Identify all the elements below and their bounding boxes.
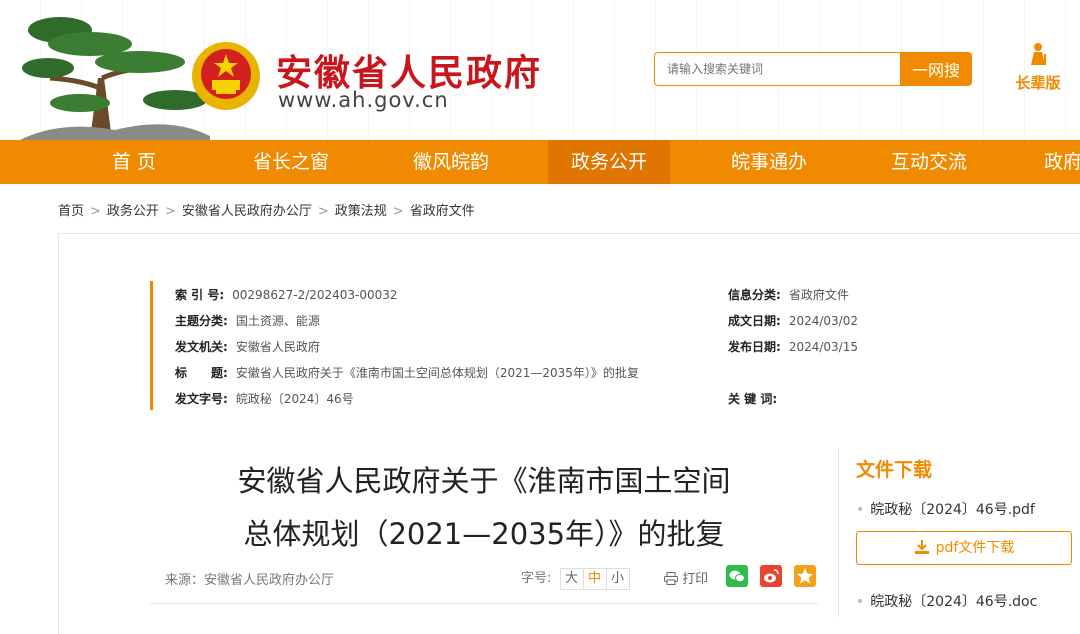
- pine-tree-logo: [20, 17, 210, 140]
- font-size-options: 大中小: [559, 567, 630, 590]
- font-size-medium[interactable]: 中: [584, 568, 607, 589]
- font-size-small[interactable]: 小: [607, 569, 629, 589]
- nav-hui-culture[interactable]: 徽风皖韵: [390, 140, 512, 184]
- print-button[interactable]: 打印: [664, 568, 708, 587]
- pdf-download-button[interactable]: pdf文件下载: [856, 531, 1072, 565]
- meta-topic: 主题分类: 国土资源、能源: [175, 314, 320, 328]
- chevron-right-icon: >: [90, 204, 101, 219]
- meta-index-no: 索 引 号: 00298627-2/202403-00032: [175, 288, 398, 302]
- printer-icon: [664, 572, 678, 585]
- meta-issuer: 发文机关: 安徽省人民政府: [175, 340, 320, 354]
- download-file-pdf[interactable]: • 皖政秘〔2024〕46号.pdf: [856, 499, 1035, 519]
- download-file-doc[interactable]: • 皖政秘〔2024〕46号.doc: [856, 591, 1037, 611]
- wechat-share-icon[interactable]: [726, 565, 748, 587]
- site-header: 安徽省人民政府 www.ah.gov.cn 一网搜 长辈版: [0, 0, 1080, 140]
- search-input[interactable]: [654, 52, 900, 86]
- meta-title: 标 题: 安徽省人民政府关于《淮南市国土空间总体规划（2021—2035年）》的批…: [175, 366, 639, 380]
- column-divider: [838, 448, 839, 617]
- font-size-label: 字号:: [521, 571, 552, 586]
- meta-keywords: 关 键 词:: [728, 392, 778, 406]
- chevron-right-icon: >: [164, 204, 176, 219]
- elder-mode-button[interactable]: 长辈版: [1006, 42, 1070, 93]
- document-title: 安徽省人民政府关于《淮南市国土空间 总体规划（2021—2035年）》的批复: [150, 455, 818, 561]
- article-source: 来源：安徽省人民政府办公厅: [165, 573, 335, 588]
- breadcrumb-provincial-docs[interactable]: 省政府文件: [410, 204, 475, 219]
- breadcrumb-office[interactable]: 安徽省人民政府办公厅: [182, 204, 312, 219]
- nav-home[interactable]: 首 页: [88, 140, 180, 184]
- download-file-doc-name: 皖政秘〔2024〕46号.doc: [870, 594, 1038, 610]
- breadcrumb-home[interactable]: 首页: [58, 204, 84, 219]
- favorite-star-icon[interactable]: [794, 565, 816, 587]
- font-size-switcher: 字号: 大中小: [521, 567, 630, 590]
- article-divider: [150, 603, 818, 604]
- bullet-icon: •: [856, 502, 865, 518]
- nav-interaction[interactable]: 互动交流: [868, 140, 990, 184]
- meta-doc-no: 发文字号: 皖政秘〔2024〕46号: [175, 392, 354, 406]
- print-label: 打印: [682, 572, 709, 587]
- search-button[interactable]: 一网搜: [900, 52, 972, 86]
- main-nav: 首 页 省长之窗 徽风皖韵 政务公开 皖事通办 互动交流 政府: [0, 140, 1080, 184]
- breadcrumb: 首页 > 政务公开 > 安徽省人民政府办公厅 > 政策法规 > 省政府文件: [58, 200, 475, 219]
- breadcrumb-policies[interactable]: 政策法规: [335, 204, 387, 219]
- download-icon: [914, 540, 929, 554]
- national-emblem-icon: [192, 42, 260, 110]
- nav-gov-affairs[interactable]: 政务公开: [548, 140, 670, 184]
- chevron-right-icon: >: [392, 204, 404, 219]
- elder-mode-label: 长辈版: [1015, 74, 1061, 92]
- elder-person-icon: [1031, 43, 1046, 65]
- chevron-right-icon: >: [317, 204, 329, 219]
- meta-created-date: 成文日期: 2024/03/02: [728, 314, 858, 328]
- meta-published-date: 发布日期: 2024/03/15: [728, 340, 858, 354]
- nav-government[interactable]: 政府: [1044, 140, 1080, 184]
- pdf-download-label: pdf文件下载: [935, 540, 1015, 556]
- weibo-share-icon[interactable]: [760, 565, 782, 587]
- document-title-line2: 总体规划（2021—2035年）》的批复: [243, 517, 725, 551]
- download-file-pdf-name: 皖政秘〔2024〕46号.pdf: [870, 502, 1035, 518]
- site-url: www.ah.gov.cn: [278, 88, 449, 112]
- download-section-title: 文件下载: [856, 459, 933, 481]
- nav-governor-window[interactable]: 省长之窗: [230, 140, 352, 184]
- breadcrumb-gov-affairs[interactable]: 政务公开: [107, 204, 159, 219]
- meta-info-category: 信息分类: 省政府文件: [728, 288, 849, 302]
- document-title-line1: 安徽省人民政府关于《淮南市国土空间: [237, 464, 731, 498]
- bullet-icon: •: [856, 594, 865, 610]
- nav-services[interactable]: 皖事通办: [708, 140, 830, 184]
- font-size-large[interactable]: 大: [561, 568, 584, 589]
